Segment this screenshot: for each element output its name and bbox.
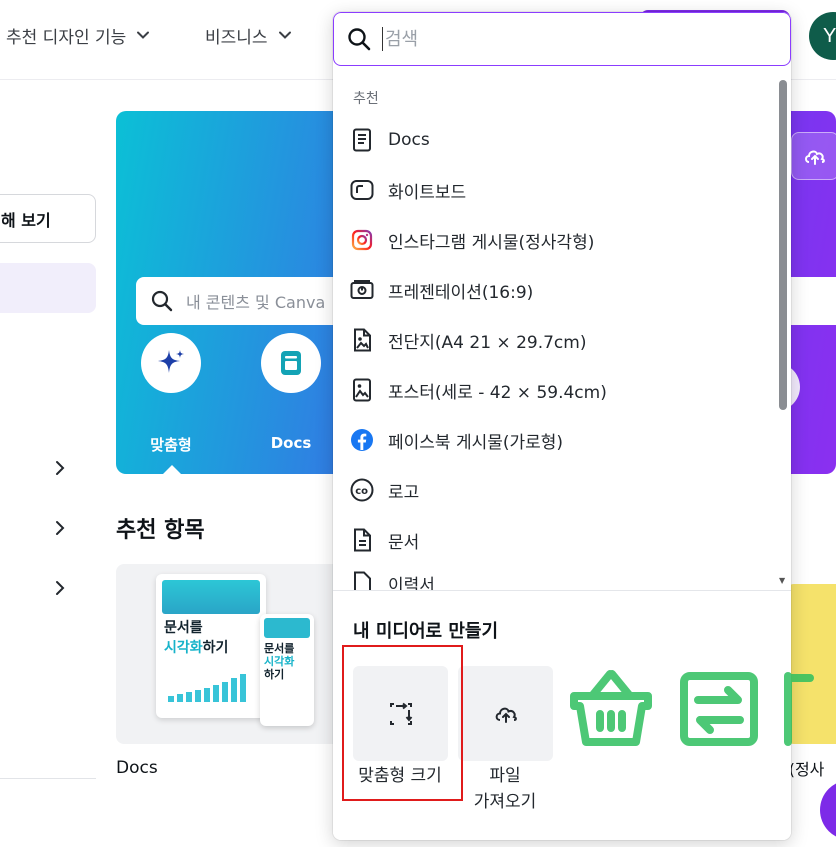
thumbnail-banner bbox=[264, 618, 310, 638]
hero-custom-label: 맞춤형 bbox=[150, 436, 192, 454]
suggestion-label: 포스터(세로 - 42 × 59.4cm) bbox=[388, 382, 607, 403]
logo-icon: co bbox=[350, 478, 374, 502]
suggestion-list: Docs 화이트보드 인스타그램 게시물(정사각형) 프레젠테이션(16:9) … bbox=[333, 115, 773, 595]
sidebar-try-button[interactable]: 해 보기 bbox=[0, 194, 96, 243]
chevron-right-icon[interactable] bbox=[50, 518, 70, 538]
nav-business[interactable]: 비즈니스 bbox=[205, 22, 292, 48]
thumbnail-bars bbox=[168, 674, 246, 702]
suggestion-flyer[interactable]: 전단지(A4 21 × 29.7cm) bbox=[333, 315, 773, 365]
import-file-label-line2: 가져오기 bbox=[473, 792, 537, 812]
chevron-right-icon[interactable] bbox=[50, 458, 70, 478]
nav-featured-design[interactable]: 추천 디자인 기능 bbox=[6, 22, 150, 48]
overlay-icons bbox=[570, 670, 814, 746]
hero-custom-button[interactable] bbox=[141, 333, 201, 393]
sidebar-try-label: 해 보기 bbox=[1, 210, 51, 230]
suggestion-instagram-post[interactable]: 인스타그램 게시물(정사각형) bbox=[333, 215, 773, 265]
instagram-icon bbox=[350, 228, 374, 252]
hero-docs-label: Docs bbox=[270, 434, 312, 452]
page: 추천 디자인 기능 비즈니스 Y 해 보기 내 콘텐츠 및 Canva 맞춤형 … bbox=[0, 0, 836, 847]
cloud-upload-icon bbox=[805, 150, 825, 165]
thumb-small-line2: 시각화 bbox=[264, 655, 295, 668]
suggestion-label: 전단지(A4 21 × 29.7cm) bbox=[388, 332, 587, 353]
thumbnail-banner bbox=[162, 580, 260, 614]
docs-icon bbox=[350, 128, 374, 152]
nav-business-label: 비즈니스 bbox=[205, 27, 268, 48]
suggestion-label: 화이트보드 bbox=[388, 182, 467, 203]
import-file-button[interactable] bbox=[458, 666, 553, 761]
import-file-label: 파일 가져오기 bbox=[450, 763, 560, 815]
scrollbar-thumb[interactable] bbox=[779, 80, 787, 410]
facebook-icon bbox=[350, 428, 374, 452]
docs-thumbnail-small: 문서를 시각화 하기 bbox=[260, 614, 314, 726]
suggestion-label: 페이스북 게시물(가로형) bbox=[388, 432, 564, 453]
search-icon bbox=[348, 28, 371, 51]
suggestion-label: 로고 bbox=[388, 482, 420, 503]
docs-thumbnail-large: 문서를 시각화하기 bbox=[156, 574, 266, 718]
chevron-down-icon bbox=[278, 31, 291, 39]
swap-icon bbox=[680, 672, 758, 746]
suggestion-presentation[interactable]: 프레젠테이션(16:9) bbox=[333, 265, 773, 315]
recommended-card-label: Docs bbox=[116, 758, 158, 778]
thumb-line3: 하기 bbox=[202, 640, 229, 656]
avatar-initial: Y bbox=[823, 24, 836, 47]
search-box[interactable] bbox=[333, 12, 791, 66]
sidebar-divider bbox=[0, 778, 96, 779]
suggestions-section-label: 추천 bbox=[353, 91, 379, 107]
thumb-line1: 문서를 bbox=[164, 620, 203, 636]
scroll-down-arrow-icon[interactable]: ▼ bbox=[779, 576, 785, 585]
chevron-right-icon[interactable] bbox=[50, 578, 70, 598]
upload-button[interactable] bbox=[791, 132, 836, 180]
media-panel-title: 내 미디어로 만들기 bbox=[353, 621, 499, 642]
suggestion-label: 인스타그램 게시물(정사각형) bbox=[388, 232, 595, 253]
nav-featured-label: 추천 디자인 기능 bbox=[6, 27, 127, 48]
suggestion-logo[interactable]: co 로고 bbox=[333, 465, 773, 515]
thumb-small-line1: 문서를 bbox=[264, 642, 295, 655]
recommended-title: 추천 항목 bbox=[116, 518, 205, 543]
whiteboard-icon bbox=[350, 178, 374, 202]
chevron-down-icon bbox=[137, 31, 150, 39]
suggestion-label: Docs bbox=[388, 130, 430, 150]
thumb-small-line3: 하기 bbox=[264, 668, 285, 681]
recommended-card-docs[interactable]: 문서를 시각화하기 문서를 시각화 하기 bbox=[116, 564, 356, 744]
sparkle-icon bbox=[158, 350, 184, 373]
suggestion-document[interactable]: 문서 bbox=[333, 515, 773, 565]
flyer-icon bbox=[350, 328, 374, 352]
hero-selection-pointer bbox=[162, 465, 182, 474]
svg-text:co: co bbox=[355, 486, 368, 497]
highlight-box bbox=[342, 645, 463, 801]
presentation-icon bbox=[350, 278, 374, 302]
thumb-line2: 시각화 bbox=[164, 640, 203, 656]
suggestion-whiteboard[interactable]: 화이트보드 bbox=[333, 165, 773, 215]
hero-search-placeholder: 내 콘텐츠 및 Canva bbox=[186, 293, 326, 312]
suggestion-docs[interactable]: Docs bbox=[333, 115, 773, 165]
dropdown-scrollbar[interactable]: ▼ bbox=[777, 74, 787, 592]
suggestion-label: 문서 bbox=[388, 532, 420, 553]
docs-icon bbox=[281, 351, 301, 375]
poster-icon bbox=[350, 378, 374, 402]
search-icon bbox=[151, 290, 173, 312]
hero-docs-button[interactable] bbox=[261, 333, 321, 393]
sidebar-active-item[interactable] bbox=[0, 263, 96, 313]
suggestion-label: 프레젠테이션(16:9) bbox=[388, 282, 534, 303]
help-fab-button[interactable] bbox=[820, 780, 836, 840]
import-file-label-line1: 파일 bbox=[489, 766, 521, 786]
cloud-upload-icon bbox=[495, 707, 517, 723]
partial-icon bbox=[784, 672, 814, 746]
search-input[interactable] bbox=[382, 27, 762, 51]
avatar[interactable]: Y bbox=[809, 12, 836, 60]
suggestion-poster[interactable]: 포스터(세로 - 42 × 59.4cm) bbox=[333, 365, 773, 415]
suggestion-facebook-post[interactable]: 페이스북 게시물(가로형) bbox=[333, 415, 773, 465]
basket-icon bbox=[570, 670, 652, 746]
document-icon bbox=[350, 528, 374, 552]
